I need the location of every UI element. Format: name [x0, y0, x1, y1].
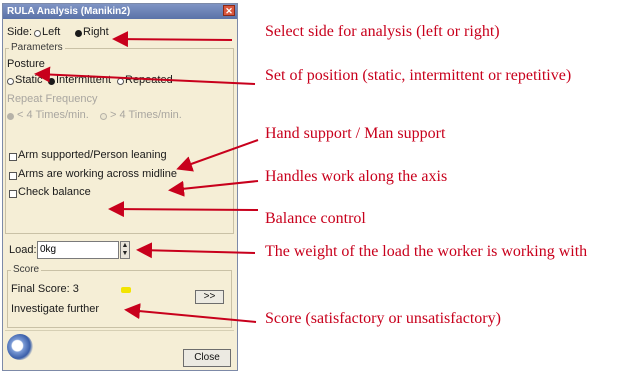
arrow-midline: [168, 180, 259, 197]
arrow-side: [112, 31, 233, 48]
arrow-score: [124, 303, 257, 323]
annotation-arrows: [34, 31, 259, 323]
arrow-posture: [34, 66, 256, 85]
arrow-load: [136, 242, 256, 259]
arrow-support: [176, 139, 259, 172]
arrow-balance: [108, 201, 259, 218]
